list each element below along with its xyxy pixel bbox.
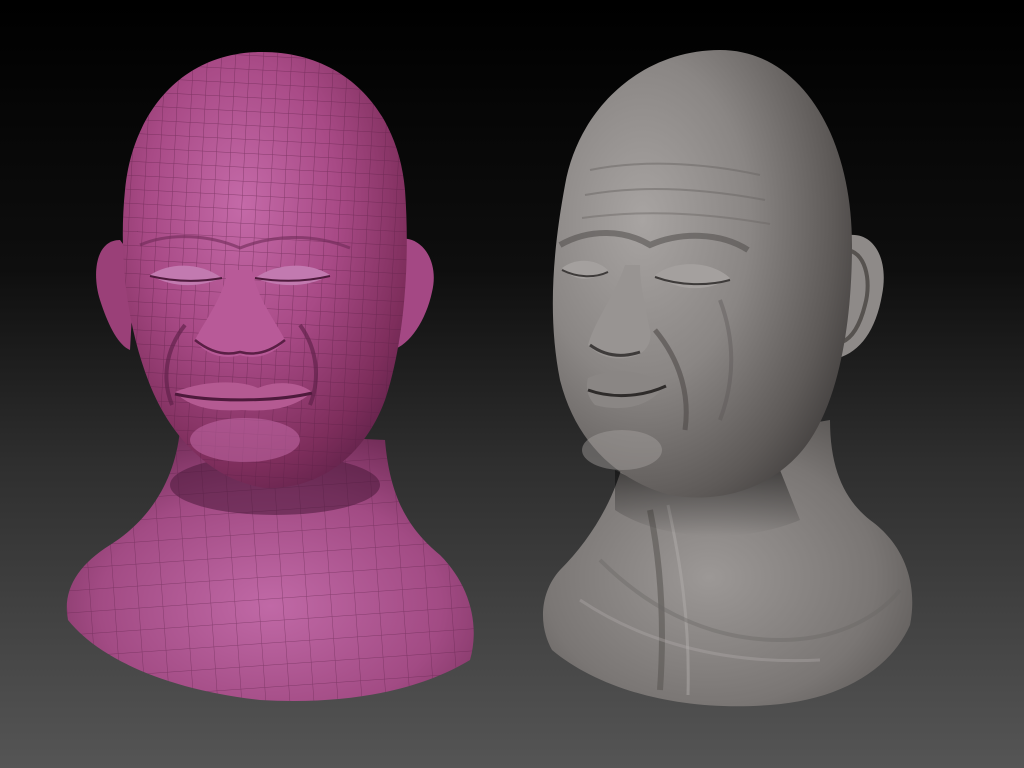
sculpted-head-model[interactable]	[542, 50, 913, 707]
3d-viewport[interactable]	[0, 0, 1024, 768]
scene	[66, 50, 913, 707]
lowpoly-head-model[interactable]	[66, 52, 474, 701]
